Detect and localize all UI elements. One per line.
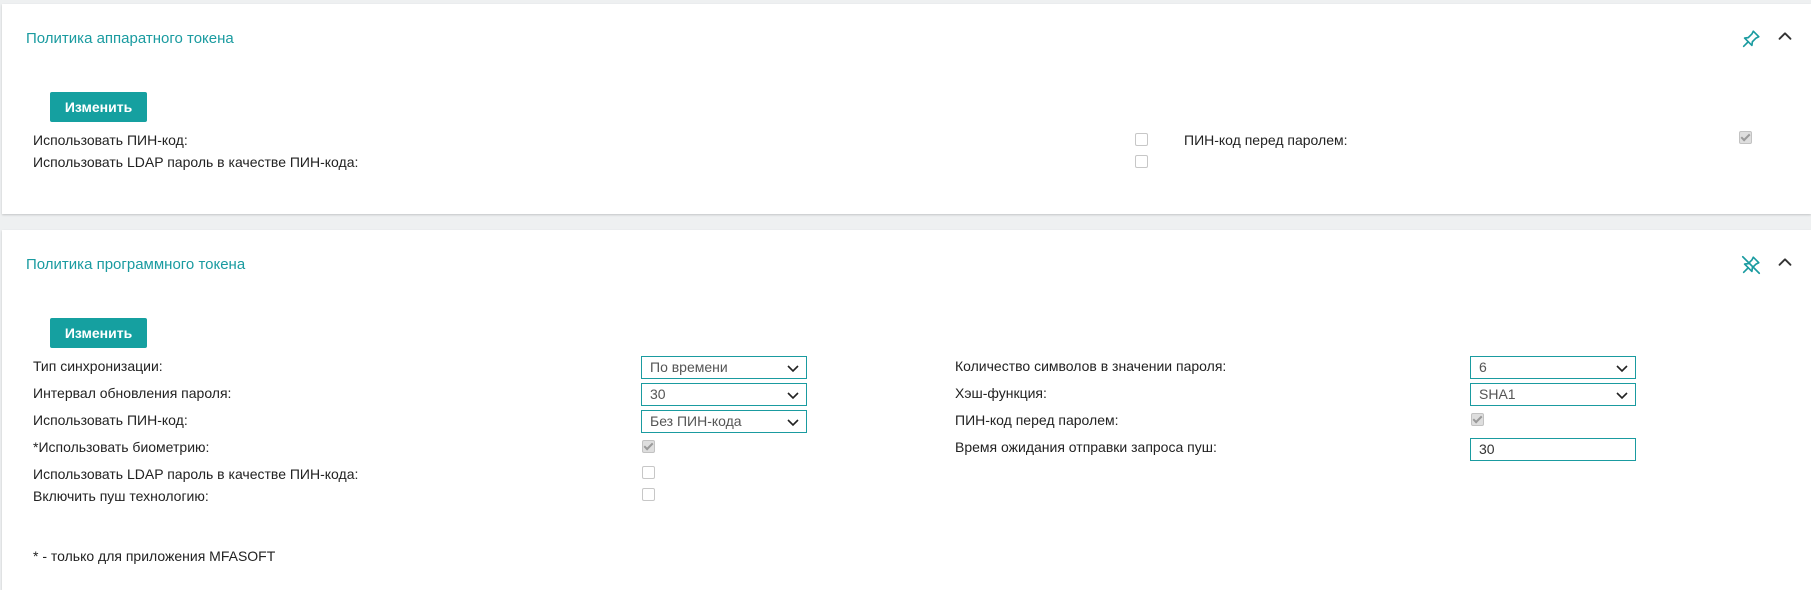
sw-use-ldap-checkbox[interactable] (642, 466, 655, 479)
hw-use-pin-label: Использовать ПИН-код: (33, 132, 188, 148)
hardware-edit-button[interactable]: Изменить (50, 92, 147, 122)
chevron-up-icon[interactable] (1774, 26, 1796, 48)
chevron-down-icon (787, 392, 799, 400)
sw-push-timeout-label: Время ожидания отправки запроса пуш: (955, 439, 1217, 455)
sw-use-pin-label: Использовать ПИН-код: (33, 412, 188, 428)
hw-pin-before-password-checkbox[interactable] (1739, 131, 1752, 144)
chevron-down-icon (1616, 392, 1628, 400)
chevron-down-icon (787, 419, 799, 427)
sw-sync-type-select[interactable]: По времени (641, 356, 807, 379)
sw-use-biometry-label: *Использовать биометрию: (33, 439, 210, 455)
sw-hash-function-value: SHA1 (1479, 386, 1516, 402)
sw-enable-push-checkbox[interactable] (642, 488, 655, 501)
sw-refresh-interval-label: Интервал обновления пароля: (33, 385, 232, 401)
sw-hash-function-label: Хэш-функция: (955, 385, 1047, 401)
hardware-token-policy-title[interactable]: Политика аппаратного токена (26, 30, 234, 47)
pin-icon[interactable] (1740, 28, 1762, 50)
sw-push-timeout-input[interactable]: 30 (1470, 438, 1636, 461)
sw-pin-before-password-label: ПИН-код перед паролем: (955, 412, 1119, 428)
sw-password-length-select[interactable]: 6 (1470, 356, 1636, 379)
hw-use-ldap-label: Использовать LDAP пароль в качестве ПИН-… (33, 154, 359, 170)
sw-sync-type-value: По времени (650, 359, 728, 375)
hw-pin-before-password-label: ПИН-код перед паролем: (1184, 132, 1348, 148)
pin-off-icon[interactable] (1740, 254, 1762, 276)
chevron-up-icon[interactable] (1774, 252, 1796, 274)
chevron-down-icon (1616, 365, 1628, 373)
hw-use-pin-checkbox[interactable] (1135, 133, 1148, 146)
sw-refresh-interval-select[interactable]: 30 (641, 383, 807, 406)
software-token-policy-title[interactable]: Политика программного токена (26, 256, 245, 273)
sw-password-length-value: 6 (1479, 359, 1487, 375)
sw-password-length-label: Количество символов в значении пароля: (955, 358, 1227, 374)
software-edit-button[interactable]: Изменить (50, 318, 147, 348)
software-token-policy-panel: Политика программного токена Изменить Ти… (2, 230, 1811, 590)
sw-use-ldap-label: Использовать LDAP пароль в качестве ПИН-… (33, 466, 359, 482)
hardware-token-policy-panel: Политика аппаратного токена Изменить Исп… (2, 4, 1811, 214)
sw-sync-type-label: Тип синхронизации: (33, 358, 163, 374)
sw-pin-before-password-checkbox[interactable] (1471, 413, 1484, 426)
sw-hash-function-select[interactable]: SHA1 (1470, 383, 1636, 406)
sw-refresh-interval-value: 30 (650, 386, 666, 402)
hw-use-ldap-checkbox[interactable] (1135, 155, 1148, 168)
sw-enable-push-label: Включить пуш технологию: (33, 488, 209, 504)
footnote: * - только для приложения MFASOFT (33, 548, 276, 564)
chevron-down-icon (787, 365, 799, 373)
sw-use-pin-value: Без ПИН-кода (650, 413, 742, 429)
sw-use-pin-select[interactable]: Без ПИН-кода (641, 410, 807, 433)
sw-use-biometry-checkbox[interactable] (642, 440, 655, 453)
